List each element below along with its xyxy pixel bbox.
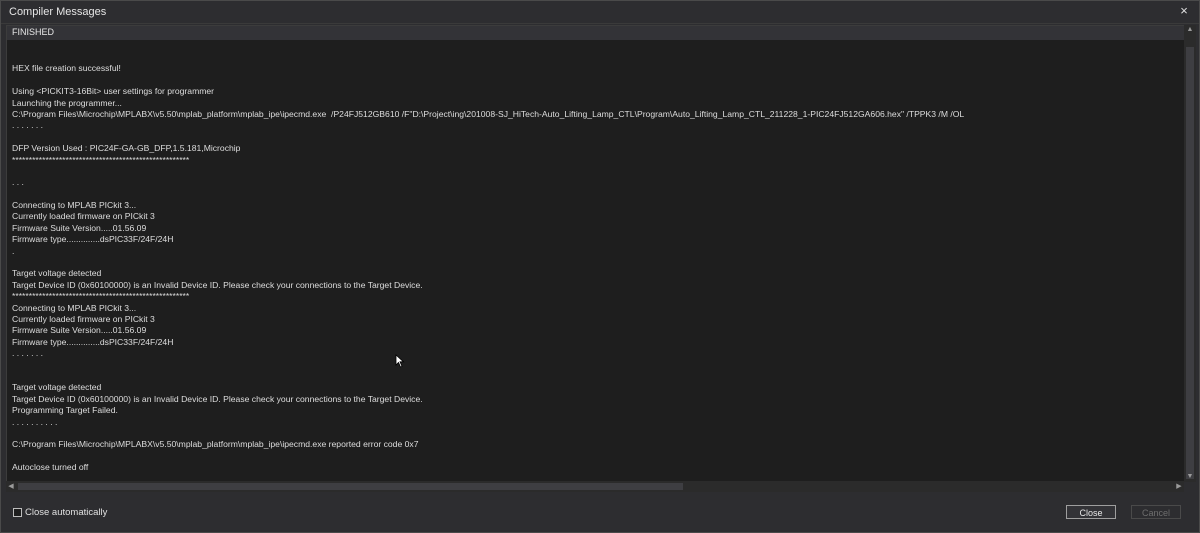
log-header-row[interactable]: FINISHED — [7, 26, 1185, 40]
log-line: Launching the programmer... — [12, 97, 122, 108]
log-line: Connecting to MPLAB PICkit 3... — [12, 200, 137, 211]
log-line: . . . . . . . — [12, 120, 44, 131]
log-line: Programming Target Failed. — [12, 405, 118, 416]
horizontal-scrollbar[interactable]: ◀ ▶ — [6, 481, 1184, 492]
log-line: Target Device ID (0x60100000) is an Inva… — [12, 393, 423, 404]
log-line: Firmware type..............dsPIC33F/24F/… — [12, 336, 174, 347]
log-line: C:\Program Files\Microchip\MPLABX\v5.50\… — [12, 108, 965, 119]
vertical-scrollbar[interactable]: ▲ ▼ — [1184, 25, 1196, 482]
close-automatically-label[interactable]: Close automatically — [25, 507, 107, 518]
log-line: . . . — [12, 177, 24, 188]
log-line: Target voltage detected — [12, 268, 102, 279]
log-line: Firmware type..............dsPIC33F/24F/… — [12, 234, 174, 245]
log-line: Currently loaded firmware on PICkit 3 — [12, 313, 155, 324]
horizontal-scroll-thumb[interactable] — [18, 483, 683, 490]
log-line: ****************************************… — [12, 154, 190, 165]
cancel-button: Cancel — [1131, 505, 1181, 519]
close-automatically-option[interactable]: Close automatically — [13, 506, 107, 518]
scroll-left-icon[interactable]: ◀ — [6, 481, 16, 492]
log-lines: HEX file creation successful! Using <PICK… — [12, 52, 1172, 481]
window-title: Compiler Messages — [9, 6, 107, 18]
log-line: Firmware Suite Version.....01.56.09 — [12, 222, 147, 233]
log-line: ****************************************… — [12, 291, 190, 302]
log-line: C:\Program Files\Microchip\MPLABX\v5.50\… — [12, 439, 419, 450]
log-line: Target voltage detected — [12, 382, 102, 393]
log-line: HEX file creation successful! — [12, 63, 121, 74]
close-automatically-checkbox[interactable] — [13, 507, 22, 517]
dialog-footer: Close automatically Close Cancel — [1, 496, 1199, 532]
close-icon[interactable]: × — [1177, 4, 1191, 18]
mouse-pointer-icon — [395, 354, 405, 368]
vertical-scroll-thumb[interactable] — [1186, 47, 1194, 479]
log-line: . . . . . . . — [12, 348, 44, 359]
log-output-panel[interactable]: FINISHED HEX file creation successful! Us… — [6, 25, 1186, 482]
scroll-down-icon[interactable]: ▼ — [1184, 472, 1196, 482]
scroll-up-icon[interactable]: ▲ — [1184, 25, 1196, 35]
log-line: DFP Version Used : PIC24F-GA-GB_DFP,1.5.… — [12, 143, 241, 154]
log-line: Currently loaded firmware on PICkit 3 — [12, 211, 155, 222]
log-line: Connecting to MPLAB PICkit 3... — [12, 302, 137, 313]
log-line: Using <PICKIT3-16Bit> user settings for … — [12, 86, 215, 97]
log-line: . . . . . . . . . . — [12, 416, 58, 427]
scroll-right-icon[interactable]: ▶ — [1174, 481, 1184, 492]
log-line: Firmware Suite Version.....01.56.09 — [12, 325, 147, 336]
title-bar[interactable]: Compiler Messages × — [1, 1, 1199, 24]
close-button[interactable]: Close — [1066, 505, 1116, 519]
log-line: . — [12, 245, 15, 256]
log-line: Autoclose turned off — [12, 462, 89, 473]
log-line: Target Device ID (0x60100000) is an Inva… — [12, 279, 423, 290]
log-header-text: FINISHED — [12, 27, 55, 37]
compiler-messages-window: Compiler Messages × FINISHED HEX file cr… — [0, 0, 1200, 533]
